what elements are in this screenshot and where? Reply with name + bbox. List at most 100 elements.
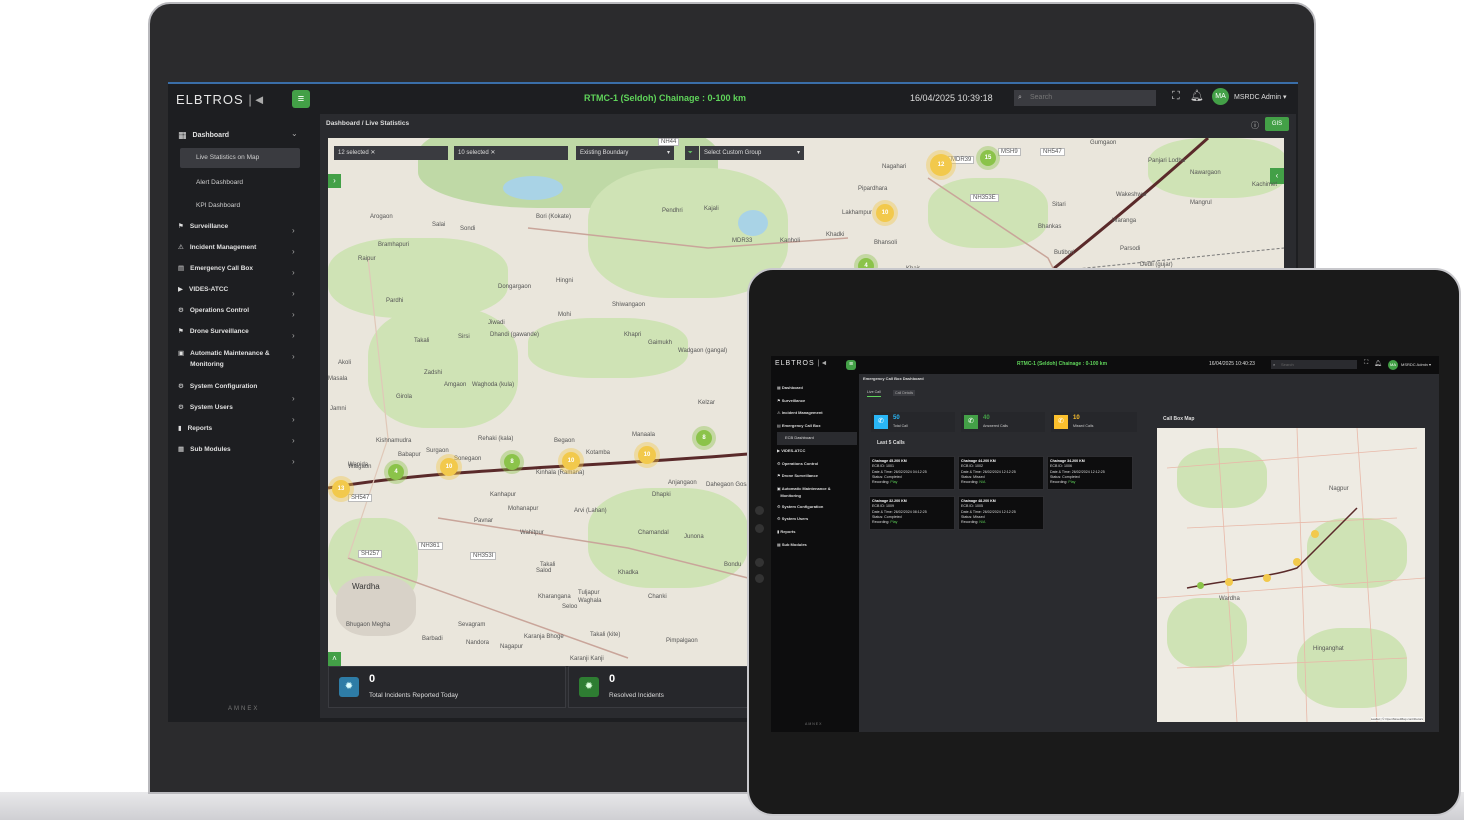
sidebar-item-vides-atcc[interactable]: ▶ VIDES-ATCC [777, 445, 857, 458]
cluster-marker[interactable]: 10 [440, 458, 458, 476]
user-menu[interactable]: MSRDC Admin ▾ [1234, 93, 1287, 101]
close-icon[interactable]: ✕ [370, 150, 375, 156]
sidebar-sub-live-statistics[interactable]: Live Statistics on Map [180, 148, 300, 168]
sidebar-item-drone-surveillance[interactable]: ⚑ Drone Surveillance [777, 470, 857, 483]
bell-icon[interactable]: 🔔︎ [1190, 89, 1204, 102]
sidebar-item-operations-control[interactable]: ⚙ Operations Control [777, 458, 857, 471]
map-label: Pardhi [386, 298, 404, 304]
play-link[interactable]: Play [890, 480, 897, 484]
cluster-marker[interactable]: 15 [980, 150, 996, 166]
sidebar-sub-alert-dashboard[interactable]: Alert Dashboard [196, 179, 243, 186]
search-input[interactable]: ⌕ Search [1014, 90, 1156, 106]
cluster-marker[interactable]: 10 [876, 204, 894, 222]
call-card[interactable]: Chainage 48.200 KM ECB ID: 1005 Date & Tim… [958, 496, 1044, 530]
sidebar-item-system-users[interactable]: ⚙ System Users [178, 403, 233, 412]
sidebar-item-dashboard[interactable]: ▦ Dashboard [178, 130, 229, 141]
cluster-marker[interactable]: 10 [562, 452, 580, 470]
bell-icon[interactable]: 🔔︎ [1374, 360, 1382, 367]
info-icon[interactable]: ⓘ [1251, 120, 1259, 131]
menu-toggle-button[interactable]: ≡ [846, 360, 856, 370]
play-link[interactable]: N/A [979, 480, 985, 484]
sidebar-item-sub-modules[interactable]: ▦ Sub Modules [777, 539, 857, 552]
search-icon: ⌕ [1273, 362, 1276, 367]
sidebar-item-operations-control[interactable]: ⚙ Operations Control [178, 306, 249, 315]
breadcrumb: Emergency Call Box Dashboard [863, 376, 924, 381]
call-card[interactable]: Chainage 34.200 KM ECB ID: 1006 Date & Tim… [1047, 456, 1133, 490]
map-marker[interactable] [1311, 530, 1319, 538]
sidebar-item-reports[interactable]: ▮ Reports [777, 526, 857, 539]
sidebar-item-reports[interactable]: ▮ Reports [178, 424, 212, 433]
sidebar-item-system-configuration[interactable]: ⚙ System Configuration [777, 501, 857, 514]
cluster-marker[interactable]: 4 [388, 464, 404, 480]
play-link[interactable]: N/A [979, 520, 985, 524]
map-label: Gaimukh [648, 340, 673, 346]
cluster-marker[interactable]: 8 [696, 430, 712, 446]
sidebar-item-automatic-maintenance[interactable]: ▣ Automatic Maintenance & Monitoring [178, 348, 270, 370]
last-calls-title: Last 5 Calls [877, 440, 905, 446]
filter-icon[interactable]: ⏷ [685, 146, 699, 160]
fullscreen-icon[interactable]: ⛶ [1172, 90, 1180, 103]
search-input[interactable]: ⌕ Search [1271, 360, 1357, 369]
call-card[interactable]: Chainage 45.200 KM ECB ID: 1001 Date & Tim… [869, 456, 955, 490]
sidebar-item-incident-management[interactable]: ⚠ Incident Management [777, 407, 857, 420]
call-card[interactable]: Chainage 44.200 KM ECB ID: 1002 Date & Tim… [958, 456, 1044, 490]
map-label: Anjangaon [668, 480, 697, 486]
user-menu[interactable]: MSRDC Admin ▾ [1401, 362, 1431, 367]
filter-select-2[interactable]: 10 selected ✕ [454, 146, 568, 160]
tablet-sidebar-menu[interactable]: ▦ Dashboard ⚑ Surveillance ⚠ Incident Ma… [777, 382, 857, 551]
map-label: Hinganghat [1313, 646, 1344, 652]
map-label: Nandora [466, 640, 490, 646]
gis-button[interactable]: GIS [1265, 117, 1289, 131]
road-shield: MDR33 [732, 238, 753, 244]
resolved-icon: ✹ [579, 677, 599, 697]
sidebar-item-system-configuration[interactable]: ⚙ System Configuration [178, 382, 257, 391]
phone-answered-icon: ✆ [964, 415, 978, 429]
sidebar-item-vides-atcc[interactable]: ▶ VIDES-ATCC [178, 285, 228, 294]
avatar[interactable]: MA [1212, 88, 1229, 105]
cluster-marker[interactable]: 13 [332, 480, 350, 498]
avatar[interactable]: MA [1388, 360, 1398, 370]
sidebar-item-emergency-call-box[interactable]: ▤ Emergency Call Box [777, 420, 857, 433]
cluster-marker[interactable]: 12 [930, 154, 952, 176]
play-link[interactable]: Play [1068, 480, 1075, 484]
filter-select-1[interactable]: 12 selected ✕ [334, 146, 448, 160]
tab-call-details[interactable]: Call Details [893, 390, 916, 396]
tablet-screen: ELBTROS |◄ ≡ RTMC-1 (Seldoh) Chainage : … [771, 356, 1439, 732]
search-icon: ⌕ [1018, 94, 1022, 101]
video-icon: ▶ [178, 286, 183, 293]
map-marker[interactable] [1197, 582, 1204, 589]
map-title: Call Box Map [1163, 416, 1195, 422]
map-marker[interactable] [1225, 578, 1233, 586]
sidebar-sub-ecb-dashboard[interactable]: ECB Dashboard [777, 432, 857, 445]
map-label: Karanja Bhoge [524, 634, 564, 640]
sidebar-item-automatic-maintenance[interactable]: ▣ Automatic Maintenance & Monitoring [777, 483, 857, 501]
sidebar-item-surveillance[interactable]: ⚑ Surveillance [777, 395, 857, 408]
call-card[interactable]: Chainage 32.200 KM ECB ID: 1009 Date & Tim… [869, 496, 955, 530]
tab-live-call[interactable]: Live Call [867, 390, 881, 397]
fullscreen-icon[interactable]: ⛶ [1364, 360, 1368, 367]
boundary-select[interactable]: Existing Boundary ▾ [576, 146, 674, 160]
sidebar-item-drone-surveillance[interactable]: ⚑ Drone Surveillance [178, 327, 249, 336]
grid-icon: ▦ [178, 446, 185, 453]
sidebar-sub-kpi-dashboard[interactable]: KPI Dashboard [196, 202, 240, 209]
sidebar-item-sub-modules[interactable]: ▦ Sub Modules [178, 445, 231, 454]
close-icon[interactable]: ✕ [490, 150, 495, 156]
expand-left-button[interactable]: › [328, 174, 341, 188]
map-label: Kachimet [1252, 182, 1278, 188]
map-marker[interactable] [1263, 574, 1271, 582]
expand-bottom-button[interactable]: ˄ [328, 652, 341, 666]
custom-group-select[interactable]: Select Custom Group ▾ [700, 146, 804, 160]
sidebar-item-system-users[interactable]: ⚙ System Users [777, 513, 857, 526]
cluster-marker[interactable]: 8 [504, 454, 520, 470]
play-link[interactable]: Play [890, 520, 897, 524]
sidebar-item-dashboard[interactable]: ▦ Dashboard [777, 382, 857, 395]
map-label: Manaala [632, 432, 656, 438]
sidebar-item-incident-management[interactable]: ⚠ Incident Management [178, 243, 256, 252]
sidebar-item-surveillance[interactable]: ⚑ Surveillance [178, 222, 228, 231]
cluster-marker[interactable]: 10 [638, 446, 656, 464]
map-marker[interactable] [1293, 558, 1301, 566]
sidebar-item-emergency-call-box[interactable]: ▤ Emergency Call Box [178, 264, 253, 273]
stat-label: Missed Calls [1073, 424, 1094, 428]
call-box-map[interactable]: Nagpur Wardha Hinganghat Leaflet | © Ope… [1157, 428, 1425, 722]
menu-toggle-button[interactable]: ≡ [292, 90, 310, 108]
